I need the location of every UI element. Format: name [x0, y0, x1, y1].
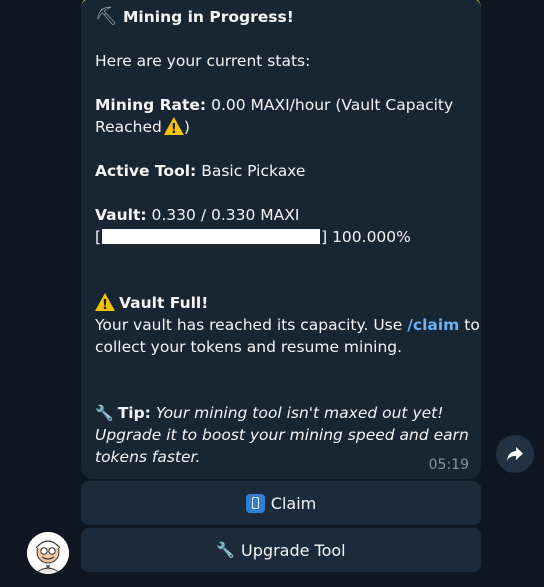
wrench-icon: 🔧	[95, 404, 114, 422]
progress-open-bracket: [	[95, 228, 102, 246]
vault-full-line-2: collect your tokens and resume mining.	[95, 338, 403, 356]
vault-full-text-a: Your vault has reached its capacity. Use	[95, 316, 403, 334]
message-title: Mining in Progress!	[123, 8, 294, 26]
vault-value: 0.330 / 0.330 MAXI	[151, 206, 300, 224]
vault-label: Vault:	[95, 206, 147, 224]
vault-full-title-line: Vault Full!	[95, 292, 208, 314]
vault-line: Vault: 0.330 / 0.330 MAXI	[95, 204, 299, 226]
upgrade-tool-button-label: Upgrade Tool	[241, 540, 346, 560]
tip-text-1: Your mining tool isn't maxed out yet!	[155, 404, 444, 422]
wrench-icon: 🔧	[216, 541, 236, 559]
mining-rate-line-2: Reached)	[95, 116, 190, 138]
active-tool-label: Active Tool:	[95, 162, 197, 180]
vault-progress-bar	[102, 229, 321, 244]
mining-rate-label: Mining Rate:	[95, 96, 207, 114]
vault-progress-percent: 100.000%	[332, 228, 411, 246]
tip-text-2: Upgrade it to boost your mining speed an…	[95, 426, 469, 444]
message-timestamp: 05:19	[428, 457, 469, 473]
vault-full-line-1: Your vault has reached its capacity. Use…	[95, 314, 480, 336]
stats-intro: Here are your current stats:	[95, 52, 311, 70]
vault-progress: [] 100.000%	[95, 226, 411, 248]
bot-avatar[interactable]	[27, 532, 69, 574]
progress-close-bracket: ]	[321, 228, 328, 246]
bot-avatar-image	[27, 532, 69, 574]
vault-full-title: Vault Full!	[119, 294, 209, 312]
share-arrow-icon	[507, 447, 523, 461]
vault-full-text-b: to	[464, 316, 480, 334]
warning-icon	[163, 117, 184, 135]
mining-rate-value: 0.00 MAXI/hour (Vault Capacity	[211, 96, 454, 114]
pickaxe-icon: ⛏	[95, 6, 118, 27]
mining-rate-value-cont: Reached	[95, 118, 162, 136]
tip-label: Tip:	[117, 404, 151, 422]
mining-rate-close: )	[183, 118, 190, 136]
mobile-phone-icon	[245, 493, 265, 513]
active-tool-line: Active Tool: Basic Pickaxe	[95, 160, 305, 182]
upgrade-tool-button[interactable]: 🔧 Upgrade Tool	[81, 528, 481, 572]
tip-text-3: tokens faster.	[95, 448, 201, 466]
claim-command-link[interactable]: /claim	[407, 316, 459, 334]
claim-button[interactable]: Claim	[81, 481, 481, 525]
mining-rate-line: Mining Rate: 0.00 MAXI/hour (Vault Capac…	[95, 94, 453, 116]
tip-line-1: 🔧 Tip: Your mining tool isn't maxed out y…	[95, 402, 443, 424]
share-button[interactable]	[496, 435, 534, 473]
message-bubble: ⛏ Mining in Progress! Here are your curr…	[81, 0, 481, 479]
warning-icon	[95, 293, 115, 311]
active-tool-value: Basic Pickaxe	[201, 162, 306, 180]
claim-button-label: Claim	[270, 493, 317, 513]
